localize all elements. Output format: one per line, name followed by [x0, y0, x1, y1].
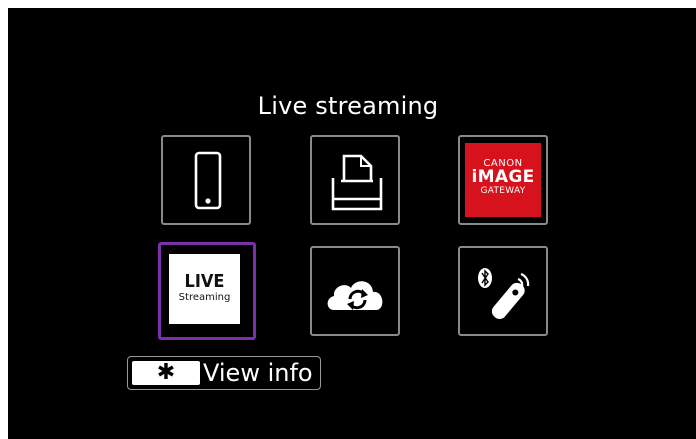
tile-cloud-sync[interactable]	[310, 246, 400, 336]
info-key-icon: ✱	[132, 361, 200, 385]
bluetooth-icon	[478, 268, 492, 288]
tile-smartphone[interactable]	[161, 135, 251, 225]
canon-image-gateway-logo: CANON iMAGE GATEWAY	[465, 143, 541, 217]
printer-icon	[331, 154, 383, 211]
remote-icon	[491, 282, 525, 319]
tile-live-streaming[interactable]: LIVE Streaming	[158, 242, 256, 340]
bluetooth-remote-icon	[478, 268, 530, 319]
cloud-sync-icon	[327, 281, 383, 310]
tile-printer[interactable]	[310, 135, 400, 225]
tile-bluetooth-remote[interactable]	[458, 246, 548, 336]
view-info-button[interactable]: ✱ View info	[127, 356, 321, 390]
page-title: Live streaming	[257, 92, 439, 120]
smartphone-icon	[194, 151, 222, 210]
view-info-label: View info	[203, 359, 313, 387]
tile-image-gateway[interactable]: CANON iMAGE GATEWAY	[458, 135, 548, 225]
live-streaming-logo: LIVE Streaming	[169, 254, 240, 324]
